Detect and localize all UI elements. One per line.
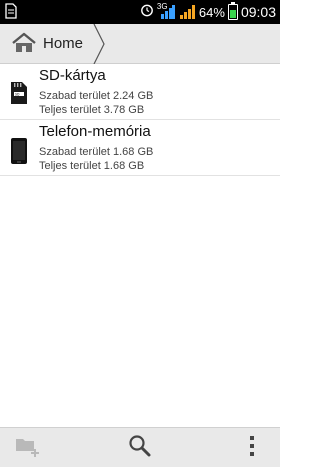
- list-item-sd-card[interactable]: SD SD-kártya Szabad terület 2.24 GB Telj…: [0, 64, 280, 120]
- overflow-menu-button[interactable]: [232, 428, 272, 468]
- search-icon: [128, 434, 152, 463]
- storage-free: Szabad terület 2.24 GB: [39, 90, 154, 102]
- sd-card-icon: SD: [10, 81, 28, 110]
- status-bar: 3G 64% 09:03: [0, 0, 280, 24]
- overflow-menu-icon: [249, 435, 255, 462]
- home-icon: [11, 32, 37, 59]
- storage-total: Teljes terület 1.68 GB: [39, 160, 145, 172]
- breadcrumb-separator-icon: [90, 23, 108, 69]
- notification-icon: [5, 3, 17, 24]
- storage-list: SD SD-kártya Szabad terület 2.24 GB Telj…: [0, 64, 280, 176]
- storage-free: Szabad terület 1.68 GB: [39, 146, 154, 158]
- search-button[interactable]: [120, 428, 160, 468]
- list-item-phone-memory[interactable]: Telefon-memória Szabad terület 1.68 GB T…: [0, 120, 280, 176]
- network-type-label: 3G: [156, 2, 168, 11]
- bottom-action-bar: [0, 427, 280, 467]
- alarm-icon: [140, 3, 154, 22]
- action-bar: Home: [0, 23, 280, 65]
- svg-text:SD: SD: [15, 92, 20, 96]
- new-folder-icon: [14, 434, 42, 463]
- breadcrumb-home-label: Home: [43, 35, 84, 52]
- battery-percent: 64%: [198, 4, 225, 20]
- phone-memory-icon: [10, 137, 28, 170]
- storage-title: Telefon-memória: [39, 123, 151, 140]
- storage-total: Teljes terület 3.78 GB: [39, 104, 145, 116]
- storage-title: SD-kártya: [39, 67, 106, 84]
- cell-signal-icon: [178, 4, 196, 20]
- battery-icon: [227, 2, 238, 20]
- new-folder-button[interactable]: [8, 428, 48, 468]
- data-signal-icon: 3G: [156, 2, 175, 20]
- clock: 09:03: [240, 4, 276, 20]
- breadcrumb-home[interactable]: Home: [0, 23, 106, 65]
